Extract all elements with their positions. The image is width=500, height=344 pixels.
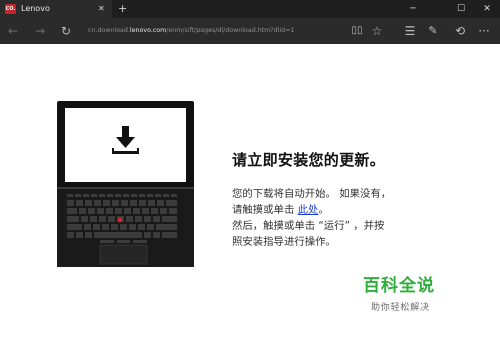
hub-icon[interactable]: ☰ xyxy=(402,23,418,39)
watermark-subtitle: 助你轻松解决 xyxy=(371,303,430,313)
download-arrow-icon xyxy=(112,126,139,154)
url-suffix: /enm/sift/pages/dl/download.htm?dlid=1 xyxy=(166,27,295,34)
new-tab-plus-icon[interactable]: + xyxy=(118,0,127,18)
forward-arrow-icon[interactable]: → xyxy=(32,23,48,39)
instruction-line-1: 您的下载将自动开始。 如果没有， xyxy=(232,188,392,200)
laptop-screen-frame xyxy=(57,101,194,189)
download-instructions: 请立即安装您的更新。 您的下载将自动开始。 如果没有， 请触摸或单击 此处。 然… xyxy=(232,149,462,250)
keyboard-icon xyxy=(67,194,177,265)
watermark-title: 百科全说 xyxy=(363,276,435,296)
url-prefix: cn.download. xyxy=(88,27,130,34)
browser-titlebar: CO. Lenovo ✕ + ─ ☐ ✕ xyxy=(0,0,500,18)
click-here-link[interactable]: 此处 xyxy=(298,204,319,216)
url-domain: lenovo.com xyxy=(129,27,167,34)
reading-view-icon[interactable]: ▯▯ xyxy=(349,23,365,39)
instruction-line-3: 然后，触摸或单击 “运行” ，并按 xyxy=(232,220,385,232)
lenovo-favicon-icon: CO. xyxy=(5,4,16,14)
tab-title: Lenovo xyxy=(21,4,50,13)
instruction-line-4: 照安装指导进行操作。 xyxy=(232,236,336,248)
close-window-icon[interactable]: ✕ xyxy=(474,0,500,18)
share-icon[interactable]: ⟲ xyxy=(452,23,468,39)
address-bar[interactable]: cn.download.lenovo.com/enm/sift/pages/dl… xyxy=(88,23,348,39)
tab-close-icon[interactable]: ✕ xyxy=(98,0,105,18)
line2-suffix: 。 xyxy=(318,204,329,216)
maximize-icon[interactable]: ☐ xyxy=(448,0,474,18)
browser-navbar: ← → ↻ cn.download.lenovo.com/enm/sift/pa… xyxy=(0,18,500,44)
refresh-icon[interactable]: ↻ xyxy=(58,23,74,39)
laptop-download-illustration xyxy=(57,101,194,267)
page-headline: 请立即安装您的更新。 xyxy=(232,151,386,169)
favorite-star-icon[interactable]: ☆ xyxy=(369,23,385,39)
browser-tab-lenovo[interactable]: CO. Lenovo ✕ xyxy=(0,0,112,18)
more-icon[interactable]: ··· xyxy=(476,23,492,39)
web-note-icon[interactable]: ✎ xyxy=(425,23,441,39)
laptop-screen xyxy=(65,108,186,182)
line2-prefix: 请触摸或单击 xyxy=(232,204,298,216)
back-arrow-icon[interactable]: ← xyxy=(5,23,21,39)
minimize-icon[interactable]: ─ xyxy=(400,0,426,18)
baike-watermark: 百科全说 助你轻松解决 xyxy=(363,271,473,313)
instruction-line-2: 请触摸或单击 此处。 xyxy=(232,202,462,218)
instructions-text: 您的下载将自动开始。 如果没有， 请触摸或单击 此处。 然后，触摸或单击 “运行… xyxy=(232,186,462,250)
laptop-keyboard-deck xyxy=(57,189,194,267)
